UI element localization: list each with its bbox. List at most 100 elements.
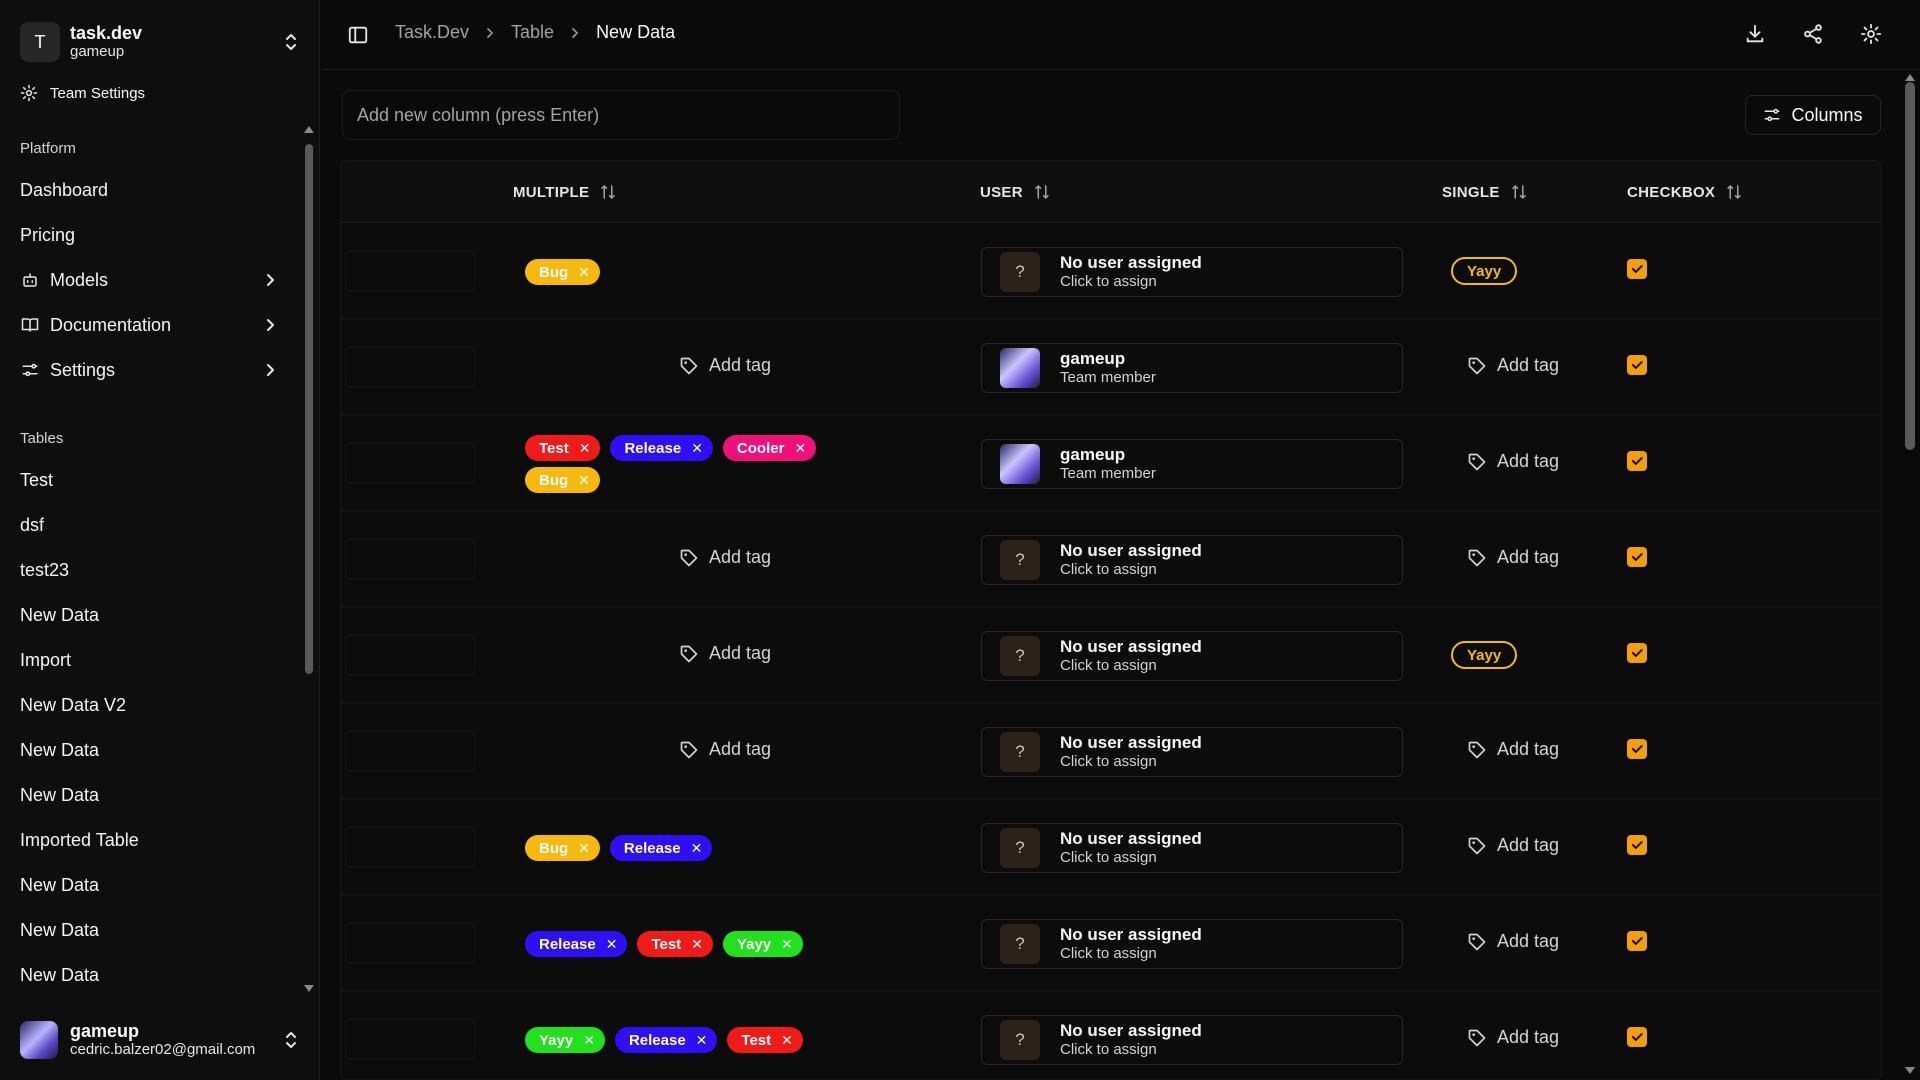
- remove-tag-icon[interactable]: ✕: [691, 936, 703, 953]
- multi-tag[interactable]: Release ✕: [610, 435, 713, 461]
- row-checkbox[interactable]: [1627, 355, 1647, 375]
- user-assign-cell[interactable]: ? No user assigned Click to assign: [981, 823, 1403, 873]
- sidebar-toggle-button[interactable]: [347, 24, 369, 51]
- multi-tag[interactable]: Yayy ✕: [525, 1027, 605, 1053]
- sidebar-scrollbar-thumb[interactable]: [305, 144, 313, 674]
- remove-tag-icon[interactable]: ✕: [691, 840, 703, 857]
- user-assign-cell[interactable]: ? No user assigned Click to assign: [981, 919, 1403, 969]
- row-select-cell[interactable]: [345, 635, 475, 675]
- scroll-down-arrow-icon[interactable]: [303, 984, 315, 994]
- team-settings-link[interactable]: Team Settings: [20, 80, 145, 106]
- add-tag-button[interactable]: Add tag: [1467, 547, 1559, 568]
- add-tag-button[interactable]: Add tag: [679, 355, 771, 376]
- column-header-multiple[interactable]: MULTIPLE: [513, 183, 617, 201]
- multi-tag[interactable]: Release ✕: [609, 835, 713, 861]
- add-tag-button[interactable]: Add tag: [1467, 835, 1559, 856]
- row-checkbox[interactable]: [1627, 1027, 1647, 1047]
- sidebar-item-documentation[interactable]: Documentation: [20, 309, 280, 341]
- remove-tag-icon[interactable]: ✕: [691, 440, 703, 457]
- multi-tag[interactable]: Release ✕: [525, 931, 628, 957]
- scroll-up-arrow-icon[interactable]: [1904, 72, 1916, 82]
- multi-tag[interactable]: Test ✕: [637, 931, 713, 957]
- add-tag-button[interactable]: Add tag: [679, 547, 771, 568]
- sidebar-table-item[interactable]: New Data V2: [20, 689, 280, 721]
- sidebar-table-item[interactable]: New Data: [20, 779, 280, 811]
- remove-tag-icon[interactable]: ✕: [696, 1032, 708, 1049]
- row-checkbox[interactable]: [1627, 931, 1647, 951]
- add-tag-button[interactable]: Add tag: [1467, 739, 1559, 760]
- row-checkbox[interactable]: [1627, 835, 1647, 855]
- row-checkbox[interactable]: [1627, 547, 1647, 567]
- add-tag-button[interactable]: Add tag: [679, 739, 771, 760]
- row-select-cell[interactable]: [345, 251, 475, 291]
- single-tag[interactable]: Yayy: [1451, 257, 1518, 285]
- sort-icon[interactable]: [1033, 183, 1051, 201]
- sidebar-table-item[interactable]: Test: [20, 464, 280, 496]
- main-scrollbar-thumb[interactable]: [1905, 82, 1915, 450]
- add-tag-button[interactable]: Add tag: [1467, 355, 1559, 376]
- user-assign-cell[interactable]: ? No user assigned Click to assign: [981, 1015, 1403, 1065]
- add-tag-button[interactable]: Add tag: [1467, 931, 1559, 952]
- sort-icon[interactable]: [1725, 183, 1743, 201]
- sidebar-table-item[interactable]: New Data: [20, 959, 280, 991]
- remove-tag-icon[interactable]: ✕: [781, 936, 793, 953]
- download-button[interactable]: [1744, 23, 1766, 50]
- remove-tag-icon[interactable]: ✕: [578, 472, 590, 489]
- remove-tag-icon[interactable]: ✕: [794, 440, 806, 457]
- row-select-cell[interactable]: [345, 1019, 475, 1059]
- sidebar-item-models[interactable]: Models: [20, 264, 280, 296]
- multi-tag[interactable]: Release ✕: [614, 1027, 718, 1053]
- sidebar-table-item[interactable]: New Data: [20, 869, 280, 901]
- scroll-up-arrow-icon[interactable]: [303, 124, 315, 134]
- remove-tag-icon[interactable]: ✕: [578, 264, 590, 281]
- column-header-user[interactable]: USER: [980, 183, 1051, 201]
- row-select-cell[interactable]: [345, 539, 475, 579]
- user-assign-cell[interactable]: ? No user assigned Click to assign: [981, 247, 1403, 297]
- sidebar-table-item[interactable]: New Data: [20, 914, 280, 946]
- row-checkbox[interactable]: [1627, 451, 1647, 471]
- add-tag-button[interactable]: Add tag: [1467, 451, 1559, 472]
- user-assign-cell[interactable]: ? No user assigned Click to assign: [981, 631, 1403, 681]
- user-assign-cell[interactable]: gameup Team member: [981, 343, 1403, 393]
- column-header-single[interactable]: SINGLE: [1442, 183, 1528, 201]
- multi-tag[interactable]: Cooler ✕: [722, 435, 817, 461]
- breadcrumb-item[interactable]: Table: [511, 22, 554, 43]
- share-button[interactable]: [1802, 23, 1824, 50]
- sort-icon[interactable]: [599, 183, 617, 201]
- scroll-down-arrow-icon[interactable]: [1904, 1066, 1916, 1076]
- sidebar-table-item[interactable]: Imported Table: [20, 824, 280, 856]
- user-assign-cell[interactable]: ? No user assigned Click to assign: [981, 535, 1403, 585]
- multi-tag[interactable]: Bug ✕: [525, 835, 600, 861]
- single-tag[interactable]: Yayy: [1451, 641, 1518, 669]
- user-assign-cell[interactable]: gameup Team member: [981, 439, 1403, 489]
- sidebar-table-item[interactable]: New Data: [20, 599, 280, 631]
- row-select-cell[interactable]: [345, 923, 475, 963]
- sidebar-item-settings[interactable]: Settings: [20, 354, 280, 386]
- row-checkbox[interactable]: [1627, 643, 1647, 663]
- sidebar-scrollbar[interactable]: [302, 122, 316, 1000]
- add-column-input[interactable]: [342, 90, 900, 140]
- multi-tag[interactable]: Bug ✕: [525, 259, 600, 285]
- columns-button[interactable]: Columns: [1745, 95, 1881, 135]
- multi-tag[interactable]: Test ✕: [727, 1027, 803, 1053]
- multi-tag[interactable]: Test ✕: [525, 435, 601, 461]
- row-select-cell[interactable]: [345, 443, 475, 483]
- remove-tag-icon[interactable]: ✕: [583, 1032, 595, 1049]
- sidebar-table-item[interactable]: New Data: [20, 734, 280, 766]
- row-select-cell[interactable]: [345, 827, 475, 867]
- team-switcher[interactable]: T task.dev gameup: [20, 20, 300, 64]
- breadcrumb-item[interactable]: Task.Dev: [395, 22, 469, 43]
- row-checkbox[interactable]: [1627, 739, 1647, 759]
- remove-tag-icon[interactable]: ✕: [606, 936, 618, 953]
- row-checkbox[interactable]: [1627, 259, 1647, 279]
- user-assign-cell[interactable]: ? No user assigned Click to assign: [981, 727, 1403, 777]
- remove-tag-icon[interactable]: ✕: [579, 440, 591, 457]
- remove-tag-icon[interactable]: ✕: [781, 1032, 793, 1049]
- remove-tag-icon[interactable]: ✕: [578, 840, 590, 857]
- multi-tag[interactable]: Bug ✕: [525, 467, 600, 493]
- user-menu[interactable]: gameup cedric.balzer02@gmail.com: [20, 1016, 300, 1064]
- main-scrollbar[interactable]: [1902, 72, 1918, 1080]
- sidebar-item-pricing[interactable]: Pricing: [20, 219, 280, 251]
- sidebar-item-dashboard[interactable]: Dashboard: [20, 174, 280, 206]
- settings-button[interactable]: [1860, 23, 1882, 50]
